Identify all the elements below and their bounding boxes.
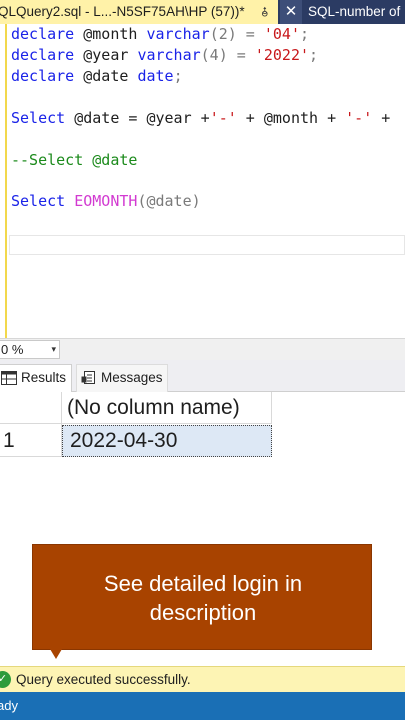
editor-zoom-bar: 0 % ▾	[0, 338, 405, 360]
zoom-dropdown[interactable]: 0 % ▾	[0, 340, 60, 359]
query-editor[interactable]: declare @month varchar(2) = '04'; declar…	[0, 24, 405, 338]
close-tab-button[interactable]: ✕	[280, 0, 302, 24]
tab-results-label: Results	[21, 370, 67, 385]
tab-query2-label: QLQuery2.sql - L...-N5SF75AH\HP (57))*	[0, 4, 245, 19]
ready-text: ady	[0, 698, 18, 713]
app-status-bar: ady	[0, 692, 405, 720]
results-tab-strip: Results Messages	[0, 360, 405, 392]
status-text: Query executed successfully.	[16, 672, 191, 687]
code-line-1: declare @month varchar(2) = '04';	[11, 25, 310, 43]
current-line-highlight	[9, 235, 405, 255]
tab-results[interactable]: Results	[0, 364, 72, 392]
column-header[interactable]: (No column name)	[62, 392, 272, 424]
messages-icon	[81, 371, 95, 384]
document-tab-bar: QLQuery2.sql - L...-N5SF75AH\HP (57))* ⯗…	[0, 0, 405, 24]
code-line-5-comment: --Select @date	[11, 151, 138, 169]
callout-line-2: description	[149, 600, 257, 625]
result-cell[interactable]: 2022-04-30	[62, 425, 272, 457]
tab-sql-number-of-label: SQL-number of	[308, 4, 401, 19]
callout-pointer	[50, 649, 62, 659]
tab-query2[interactable]: QLQuery2.sql - L...-N5SF75AH\HP (57))*	[0, 0, 278, 24]
callout-text: See detailed login in description	[33, 569, 373, 627]
code-line-2: declare @year varchar(4) = '2022';	[11, 46, 319, 64]
promo-callout: See detailed login in description	[32, 544, 372, 650]
pin-icon[interactable]: ⯗	[258, 4, 272, 20]
code-line-4: Select @date = @year +'-' + @month + '-'…	[11, 109, 391, 127]
code-line-6: Select EOMONTH(@date)	[11, 192, 201, 210]
tab-messages-label: Messages	[101, 370, 163, 385]
tab-sql-number-of[interactable]: SQL-number of	[302, 0, 405, 24]
grid-icon	[1, 371, 17, 385]
callout-line-1: See detailed login in	[103, 571, 303, 596]
tab-messages[interactable]: Messages	[76, 364, 168, 392]
close-icon: ✕	[284, 3, 298, 20]
success-check-icon: ✓	[0, 671, 11, 688]
chevron-down-icon: ▾	[51, 344, 56, 354]
zoom-value: 0 %	[1, 342, 24, 357]
grid-corner-header[interactable]	[0, 392, 62, 424]
query-status-bar: ✓ Query executed successfully.	[0, 666, 405, 692]
code-line-3: declare @date date;	[11, 67, 183, 85]
row-number[interactable]: 1	[0, 424, 62, 457]
change-tracking-margin	[5, 24, 7, 338]
